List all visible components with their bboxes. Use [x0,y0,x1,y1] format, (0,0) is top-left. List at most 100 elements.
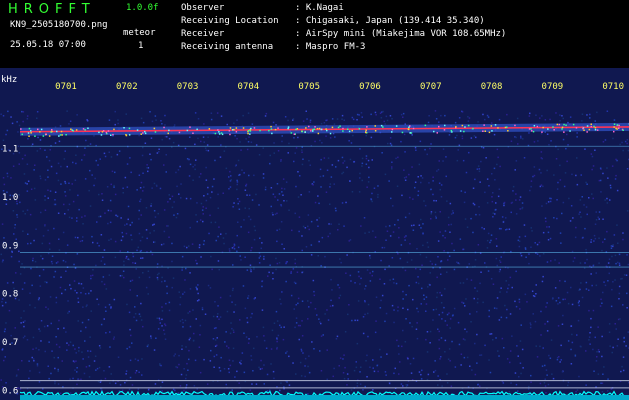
noise-speckle [335,338,338,340]
noise-speckle [158,151,160,153]
noise-speckle [119,250,121,252]
noise-speckle [602,373,604,375]
noise-speckle [410,259,413,261]
noise-speckle [138,134,140,137]
noise-speckle [500,256,502,258]
noise-speckle [54,270,57,273]
carrier-speckle [217,129,219,131]
noise-speckle [179,296,182,299]
carrier-speckle [228,130,231,132]
noise-speckle [395,282,398,285]
noise-speckle [160,364,162,367]
noise-speckle [540,334,542,336]
noise-speckle [578,213,580,215]
noise-speckle [300,194,302,196]
noise-speckle [320,158,322,161]
noise-speckle [424,148,426,151]
noise-speckle [209,360,212,362]
carrier-speckle [51,130,53,133]
noise-speckle [417,310,419,313]
noise-speckle [545,306,547,308]
carrier-speckle [586,131,588,133]
noise-speckle [153,349,156,351]
noise-speckle [464,191,466,194]
carrier-speckle [575,127,578,129]
noise-speckle [269,264,271,266]
noise-speckle [333,123,336,125]
noise-speckle [549,200,552,203]
noise-speckle [529,322,532,324]
noise-speckle [58,140,61,143]
noise-speckle [361,179,363,182]
noise-speckle [369,366,371,368]
carrier-speckle [112,133,114,136]
noise-speckle [385,239,387,241]
noise-speckle [519,196,522,198]
noise-speckle [33,239,35,242]
noise-speckle [604,199,606,201]
noise-speckle [383,120,385,123]
noise-speckle [231,247,234,249]
noise-speckle [198,176,201,178]
noise-speckle [331,118,334,120]
noise-speckle [569,116,572,118]
noise-speckle [194,112,197,114]
noise-speckle [20,317,22,319]
noise-speckle [618,253,621,256]
noise-speckle [426,351,429,353]
noise-speckle [547,383,550,386]
noise-speckle [152,224,154,226]
noise-speckle [91,274,94,277]
noise-speckle [246,148,249,151]
carrier-speckle [438,125,440,128]
noise-speckle [542,275,544,278]
noise-speckle [24,182,27,184]
noise-speckle [519,208,521,210]
noise-speckle [18,260,20,263]
noise-speckle [365,360,367,362]
noise-speckle [425,296,428,298]
noise-speckle [181,318,184,321]
noise-speckle [22,321,25,323]
noise-speckle [579,211,581,213]
noise-speckle [392,278,395,280]
carrier-speckle [424,124,427,127]
noise-speckle [154,241,156,243]
noise-speckle [617,318,620,321]
noise-speckle [359,383,362,385]
carrier-speckle [374,130,377,132]
noise-speckle [297,302,299,305]
noise-speckle [360,225,362,227]
noise-speckle [348,304,350,306]
noise-speckle [53,356,55,359]
noise-speckle [197,118,200,120]
noise-speckle [580,282,582,284]
info-label: Receiving Location [181,16,279,26]
noise-speckle [482,301,484,304]
noise-speckle [557,297,560,299]
noise-speckle [100,260,103,262]
noise-speckle [203,195,205,197]
noise-speckle [615,174,617,177]
noise-speckle [195,214,197,216]
noise-speckle [506,358,509,360]
noise-speckle [119,384,122,386]
noise-speckle [74,179,77,181]
noise-speckle [439,358,441,360]
noise-speckle [329,203,331,205]
noise-speckle [440,302,443,304]
noise-speckle [518,236,521,238]
noise-speckle [128,258,131,261]
noise-speckle [449,231,451,233]
noise-speckle [325,119,327,122]
noise-speckle [117,122,119,125]
noise-speckle [210,349,212,352]
noise-speckle [530,381,532,383]
noise-speckle [98,345,101,347]
noise-speckle [156,185,158,187]
carrier-speckle [497,127,499,129]
noise-speckle [381,294,384,297]
noise-speckle [140,302,142,305]
noise-speckle [253,238,256,241]
noise-speckle [333,183,335,185]
